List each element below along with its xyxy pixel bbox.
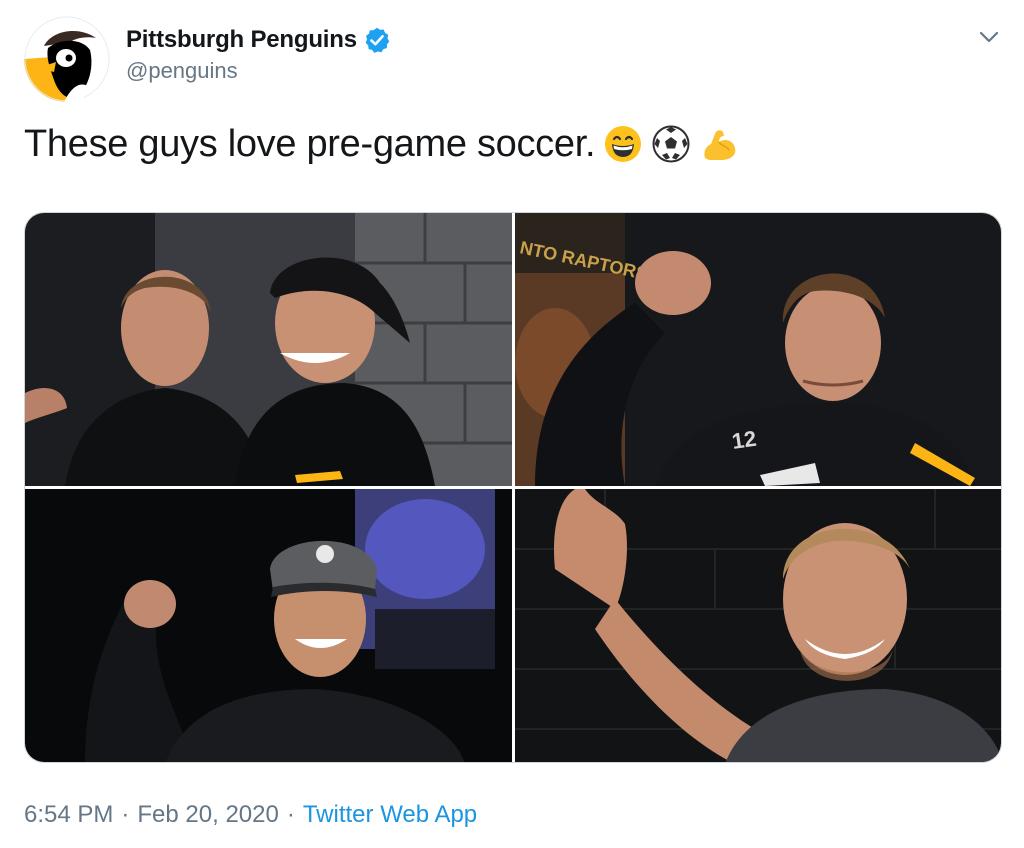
tweet-text-content: These guys love pre-game soccer. — [24, 122, 596, 165]
tweet-meta: 6:54 PM · Feb 20, 2020 · Twitter Web App — [24, 798, 477, 832]
penguins-logo-icon — [24, 16, 110, 102]
grinning-face-icon — [603, 124, 643, 164]
tweet-date[interactable]: Feb 20, 2020 — [137, 801, 278, 829]
meta-separator: · — [121, 801, 130, 828]
tweet-card: Pittsburgh Penguins @penguins These guys… — [0, 0, 1024, 848]
tweet-source-link[interactable]: Twitter Web App — [303, 801, 477, 829]
svg-text:12: 12 — [730, 426, 758, 454]
two-players-laughing-photo — [25, 213, 512, 486]
chevron-down-icon — [979, 31, 999, 43]
photo-4[interactable] — [515, 489, 1001, 762]
author-block: Pittsburgh Penguins @penguins — [126, 24, 391, 84]
author-display-name[interactable]: Pittsburgh Penguins — [126, 26, 357, 54]
tweet-time[interactable]: 6:54 PM — [24, 801, 113, 829]
verified-badge-icon — [363, 26, 391, 54]
tweet-text: These guys love pre-game soccer. — [24, 116, 739, 172]
photo-3[interactable] — [25, 489, 512, 762]
tweet-menu-button[interactable] — [974, 22, 1004, 52]
meta-separator: · — [286, 801, 295, 828]
photo-1[interactable] — [25, 213, 512, 486]
photo-grid: NTO RAPTORS 12 — [24, 212, 1002, 763]
player-raising-fist-photo: NTO RAPTORS 12 — [515, 213, 1001, 486]
player-high-five-photo — [515, 489, 1001, 762]
author-handle[interactable]: @penguins — [126, 58, 391, 84]
flexed-biceps-icon — [699, 124, 739, 164]
soccer-ball-icon — [651, 124, 691, 164]
photo-2[interactable]: NTO RAPTORS 12 — [515, 213, 1001, 486]
avatar[interactable] — [24, 16, 110, 102]
player-in-cap-fist-pump-photo — [25, 489, 512, 762]
